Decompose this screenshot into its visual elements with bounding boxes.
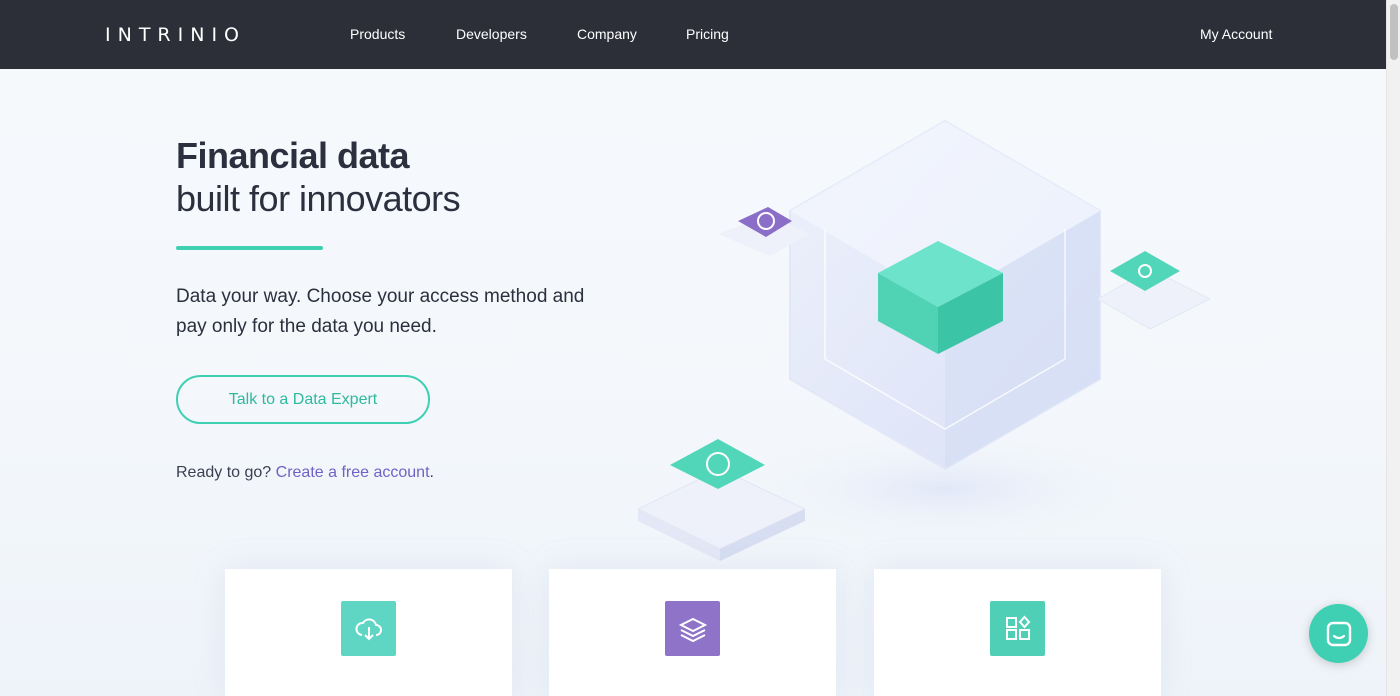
feature-card-bulk-download[interactable] — [225, 569, 512, 696]
nav-company[interactable]: Company — [577, 26, 637, 42]
nav-developers[interactable]: Developers — [456, 26, 527, 42]
layers-icon — [665, 601, 720, 656]
create-account-link[interactable]: Create a free account — [276, 464, 430, 481]
hero-title: Financial data — [176, 135, 410, 176]
feature-card-data-layers[interactable] — [549, 569, 836, 696]
hero-accent-divider — [176, 246, 323, 250]
ready-suffix: . — [429, 464, 434, 481]
ready-prefix: Ready to go? — [176, 464, 272, 481]
talk-to-expert-button[interactable]: Talk to a Data Expert — [176, 375, 430, 424]
scrollbar-thumb[interactable] — [1390, 4, 1398, 60]
top-nav: INTRINIO Products Developers Company Pri… — [0, 0, 1386, 69]
nav-pricing[interactable]: Pricing — [686, 26, 729, 42]
ready-to-go-line: Ready to go? Create a free account. — [176, 464, 434, 482]
chat-launcher-button[interactable] — [1309, 604, 1368, 663]
feature-card-apps[interactable] — [874, 569, 1161, 696]
intrinio-logo[interactable]: INTRINIO — [105, 24, 246, 46]
apps-grid-icon — [990, 601, 1045, 656]
page-scrollbar[interactable] — [1386, 0, 1400, 696]
nav-my-account[interactable]: My Account — [1200, 26, 1272, 42]
hero-section: Financial data built for innovators Data… — [0, 69, 1386, 696]
hero-subtitle: built for innovators — [176, 178, 461, 219]
green-tile-right — [1096, 251, 1212, 330]
chat-bubble-icon — [1326, 621, 1351, 646]
cloud-download-icon — [341, 601, 396, 656]
hero-isometric-illustration — [636, 119, 1212, 561]
hero-description: Data your way. Choose your access method… — [176, 286, 585, 337]
nav-products[interactable]: Products — [350, 26, 405, 42]
